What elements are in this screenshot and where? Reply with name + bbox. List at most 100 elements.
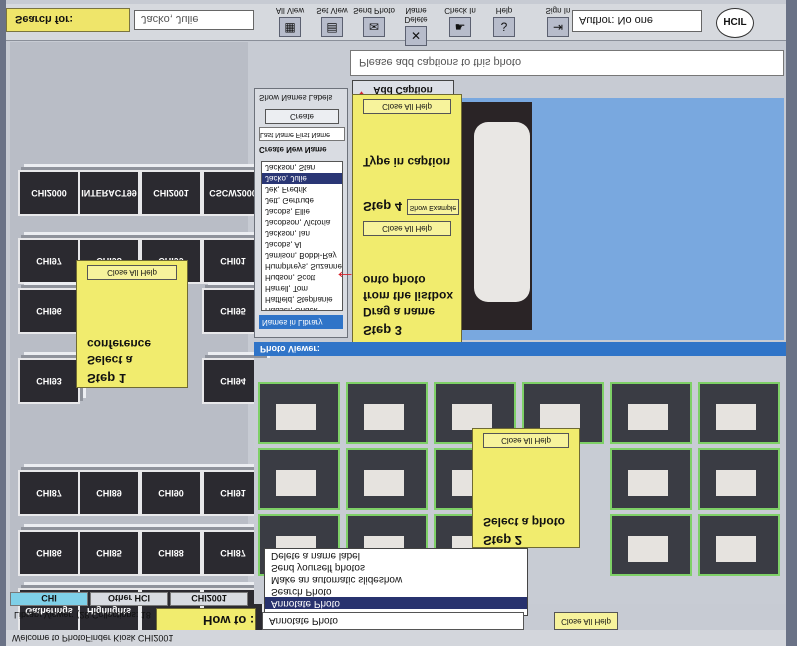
- collection-thumb[interactable]: CHI86: [18, 530, 80, 576]
- close-help-button-2[interactable]: Close All Help: [363, 221, 451, 236]
- close-help-button[interactable]: Close All Help: [363, 99, 451, 114]
- name-fields[interactable]: Last Name First Name: [259, 127, 345, 141]
- tab-other-hci[interactable]: Other HCI: [90, 592, 168, 606]
- photo-thumb[interactable]: [258, 448, 340, 510]
- toolbar-button-label: Send Photo: [353, 6, 395, 15]
- search-input[interactable]: Jacko, Julie: [134, 10, 254, 30]
- arrow-left-icon: ←: [334, 258, 356, 283]
- toolbar-button-1[interactable]: Set View ▤: [310, 6, 354, 38]
- search-label: Search for:: [6, 8, 130, 32]
- collection-thumb[interactable]: CHI90: [140, 470, 202, 516]
- toolbar-button-2[interactable]: Send Photo ✉: [352, 6, 396, 38]
- toolbar-button-3[interactable]: Delete Name ✕: [394, 6, 438, 46]
- toolbar-button-label: Check In: [444, 6, 476, 15]
- names-list-item[interactable]: Jacobson, Victoria: [262, 217, 342, 228]
- photo-viewer-header: Photo Viewer:: [254, 342, 786, 356]
- toolbar-button-label: Set View: [316, 6, 348, 15]
- photo-thumb[interactable]: [610, 382, 692, 444]
- close-help-button[interactable]: Close All Help: [554, 612, 618, 630]
- step2-note: Close All Help Select a photo Step 2: [472, 428, 580, 548]
- names-header: Names in Library: [259, 315, 343, 329]
- toolbar: Search for: Jacko, Julie All View ▦ Set Vi…: [6, 4, 786, 46]
- howto-select[interactable]: Annotate Photo: [262, 612, 524, 630]
- names-list-item[interactable]: Hatfield, Stephanie: [262, 294, 342, 305]
- collection-thumb[interactable]: CHI2000: [18, 170, 80, 216]
- toolbar-button-5[interactable]: Help?: [482, 6, 526, 38]
- howto-menu-item[interactable]: Make an automatic slideshow: [265, 573, 527, 585]
- library-tabs: CHI Other HCI CHI2001: [10, 592, 250, 606]
- photo-image: [460, 102, 532, 330]
- names-list-item[interactable]: Hudson, Scott: [262, 272, 342, 283]
- create-name-button[interactable]: Create: [265, 109, 339, 124]
- toolbar-glyph-icon: ▦: [279, 17, 301, 37]
- step3-text-2: from the listbox: [363, 289, 454, 303]
- tab-chi[interactable]: CHI: [10, 592, 88, 606]
- close-help-button[interactable]: Close All Help: [87, 265, 177, 280]
- photo-thumb[interactable]: [610, 514, 692, 576]
- step3-4-note: Close All Help Type in caption Show Exam…: [352, 94, 462, 348]
- photo-thumb[interactable]: [698, 514, 780, 576]
- names-list-item[interactable]: Humphreys, Suzanne: [262, 261, 342, 272]
- toolbar-button-4[interactable]: Check In ☛: [438, 6, 482, 38]
- toolbar-button-0[interactable]: All View ▦: [268, 6, 312, 38]
- tab-chi2001[interactable]: CHI2001: [170, 592, 248, 606]
- library-panel: CHI2000 INTERACT99 CHI2001 CSCW2000 CHI97 CHI…: [10, 42, 264, 634]
- step1-text-2: Select a: [87, 353, 133, 367]
- step2-text: Select a photo: [483, 515, 566, 529]
- photo-thumb[interactable]: [698, 448, 780, 510]
- collection-thumb[interactable]: INTERACT99: [78, 170, 140, 216]
- collection-thumb[interactable]: CHI88: [140, 530, 202, 576]
- kiosk-screen: Search for: Jacko, Julie All View ▦ Set Vi…: [6, 0, 786, 646]
- names-listbox[interactable]: Jackson, Stan Jacko, Julie Jek, Fredrik Jet…: [261, 161, 343, 311]
- step1-title: Step 1: [87, 371, 127, 386]
- names-list-item[interactable]: Jett, Gertrude: [262, 195, 342, 206]
- caption-input[interactable]: Please add captions to this photo: [350, 50, 784, 76]
- names-list-item[interactable]: Jacko, Julie: [262, 173, 342, 184]
- toolbar-glyph-icon: ✉: [363, 17, 385, 37]
- step3-text-1: Drag a name: [363, 305, 436, 319]
- toolbar-button-label: Delete Name: [404, 6, 428, 24]
- howto-menu-item[interactable]: Delete a name label: [265, 549, 527, 561]
- toolbar-glyph-icon: ▤: [321, 17, 343, 37]
- toolbar-glyph-icon: ✕: [405, 26, 427, 46]
- howto-dropdown-menu[interactable]: Delete a name label Send yourself photos M…: [264, 548, 528, 616]
- collection-thumb[interactable]: CHI96: [18, 288, 80, 334]
- collection-thumb[interactable]: CHI2001: [140, 170, 202, 216]
- howto-menu-item[interactable]: Send yourself photos: [265, 561, 527, 573]
- names-list-item[interactable]: Jackson, Ian: [262, 228, 342, 239]
- names-list-item[interactable]: Jamison, Bobbi-Ray: [262, 250, 342, 261]
- names-list-item[interactable]: Jackson, Stan: [262, 162, 342, 173]
- collection-thumb[interactable]: CHI97: [18, 238, 80, 284]
- howto-menu-item[interactable]: Annotate Photo: [265, 597, 527, 609]
- names-list-item[interactable]: Jacobs, Ellie: [262, 206, 342, 217]
- collection-thumb[interactable]: CHI85: [78, 530, 140, 576]
- names-list-item[interactable]: Harrell, Tom: [262, 283, 342, 294]
- library-status: Library Viewer: (28 Collections: 18: [14, 610, 151, 620]
- collection-thumb[interactable]: CHI93: [18, 358, 80, 404]
- names-list-item[interactable]: Hauser, Chuck: [262, 305, 342, 310]
- photo-thumb[interactable]: [610, 448, 692, 510]
- create-name-label: Create New Name: [259, 145, 327, 154]
- toolbar-button-label: All View: [275, 6, 305, 15]
- author-field[interactable]: Author: No one: [572, 10, 702, 32]
- photo-thumb[interactable]: [346, 382, 428, 444]
- show-labels-checkbox[interactable]: Show Names Labels: [259, 93, 332, 102]
- window-title: Welcome to PhotoFinder Kiosk CHI2001: [6, 630, 786, 646]
- howto-menu-item[interactable]: Search Photo: [265, 585, 527, 597]
- photo-thumb[interactable]: [346, 448, 428, 510]
- main-photo[interactable]: [454, 98, 784, 340]
- toolbar-button-label: Help: [495, 6, 513, 15]
- photo-thumb[interactable]: [258, 382, 340, 444]
- names-list-item[interactable]: Jek, Fredrik: [262, 184, 342, 195]
- toolbar-glyph-icon: ☛: [449, 17, 471, 37]
- step3-title: Step 3: [363, 323, 403, 338]
- collection-thumb[interactable]: CHI89: [78, 470, 140, 516]
- collection-thumb[interactable]: CHI87: [18, 470, 80, 516]
- photo-thumb[interactable]: [698, 382, 780, 444]
- step3-text-3: onto photo: [363, 273, 426, 287]
- names-list-item[interactable]: Jacobs, Al: [262, 239, 342, 250]
- close-help-button[interactable]: Close All Help: [483, 433, 569, 448]
- step2-title: Step 2: [483, 533, 523, 548]
- hcil-logo: HCIL: [716, 8, 754, 38]
- step1-text-3: conference: [87, 337, 152, 351]
